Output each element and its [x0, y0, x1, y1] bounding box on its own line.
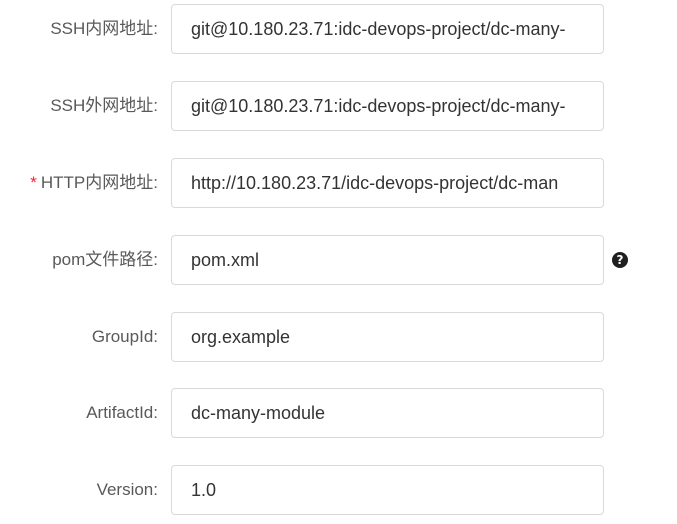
- artifact-id-label: ArtifactId:: [86, 403, 158, 422]
- ssh-internal-address-input[interactable]: [171, 4, 604, 54]
- pom-file-path-label: pom文件路径:: [52, 250, 158, 269]
- question-circle-icon[interactable]: ?: [612, 252, 628, 268]
- version-label: Version:: [96, 480, 158, 499]
- ssh-external-address-row: SSH外网地址:: [0, 81, 677, 131]
- group-id-row: GroupId:: [0, 312, 677, 362]
- version-row: Version:: [0, 465, 677, 515]
- group-id-input[interactable]: [171, 312, 604, 362]
- required-asterisk: *: [30, 173, 37, 192]
- ssh-external-address-label: SSH外网地址:: [50, 96, 158, 115]
- http-internal-address-row: * HTTP内网地址:: [0, 158, 677, 208]
- ssh-internal-address-label: SSH内网地址:: [50, 19, 158, 38]
- http-internal-address-input[interactable]: [171, 158, 604, 208]
- http-internal-address-label: HTTP内网地址:: [40, 173, 158, 192]
- artifact-id-input[interactable]: [171, 388, 604, 438]
- http-internal-address-label-wrap: * HTTP内网地址:: [0, 158, 158, 208]
- pom-file-path-row: pom文件路径: ?: [0, 235, 677, 285]
- ssh-external-address-input[interactable]: [171, 81, 604, 131]
- repository-settings-form: SSH内网地址: SSH外网地址: *HTTP内网地址: pom文件路径: ? …: [0, 0, 677, 524]
- pom-file-path-input[interactable]: [171, 235, 604, 285]
- version-input[interactable]: [171, 465, 604, 515]
- group-id-label: GroupId:: [91, 327, 158, 346]
- artifact-id-row: ArtifactId:: [0, 388, 677, 438]
- ssh-internal-address-row: SSH内网地址:: [0, 4, 677, 54]
